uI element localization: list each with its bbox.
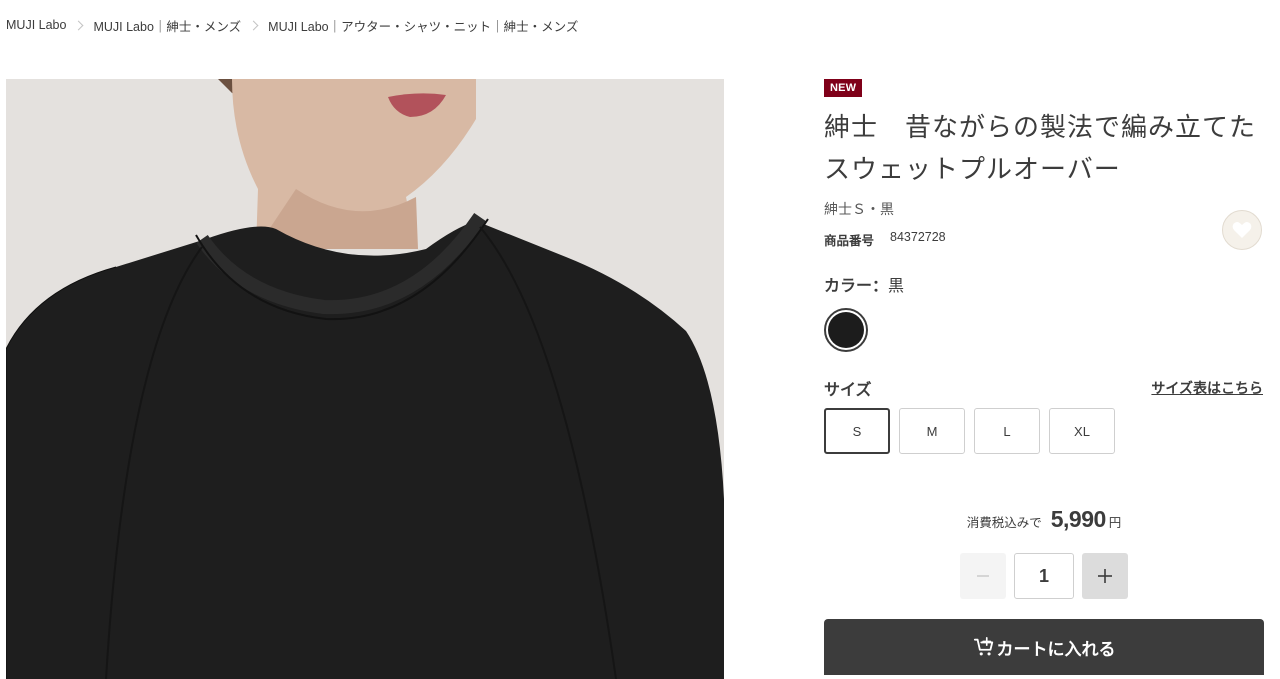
- product-number: 商品番号 84372728: [824, 230, 946, 249]
- favorite-button[interactable]: [1222, 210, 1262, 250]
- product-number-label: 商品番号: [824, 234, 875, 248]
- size-chart-link[interactable]: サイズ表はこちら: [1151, 378, 1263, 398]
- minus-icon: [977, 575, 989, 577]
- price-tax-note: 消費税込みで: [966, 516, 1042, 530]
- product-photo-illustration: [6, 79, 724, 679]
- color-swatch-black[interactable]: [824, 308, 868, 352]
- breadcrumb: MUJI Labo MUJI Labo｜紳士・メンズ MUJI Labo｜アウタ…: [6, 16, 578, 34]
- price-unit: 円: [1108, 516, 1122, 530]
- color-label: カラー： 黒: [824, 272, 904, 296]
- price: 消費税込みで 5,990 円: [824, 506, 1264, 533]
- size-label: サイズ: [824, 382, 872, 399]
- breadcrumb-item-outer-shirt-knit[interactable]: MUJI Labo｜アウター・シャツ・ニット｜紳士・メンズ: [268, 16, 578, 35]
- breadcrumb-item-muji-labo[interactable]: MUJI Labo: [6, 18, 66, 32]
- product-title-line2: スウェットプルオーバー: [824, 154, 1121, 184]
- size-options: S M L XL: [824, 408, 1115, 454]
- size-option-m[interactable]: M: [899, 408, 965, 454]
- product-image[interactable]: [6, 79, 724, 679]
- quantity-input[interactable]: 1: [1014, 553, 1074, 599]
- breadcrumb-separator-icon: [248, 20, 259, 30]
- color-label-text: カラー：: [824, 278, 889, 295]
- price-value: 5,990: [1050, 506, 1107, 532]
- add-to-cart-label: カートに入れる: [996, 639, 1116, 659]
- product-title: 紳士 昔ながらの製法で編み立てた スウェットプルオーバー: [824, 106, 1264, 190]
- quantity-increase-button[interactable]: [1082, 553, 1128, 599]
- plus-icon: [1098, 569, 1112, 583]
- color-value: 黒: [888, 278, 905, 295]
- product-number-value: 84372728: [890, 230, 946, 244]
- variant-text: 紳士Ｓ・黒: [824, 201, 894, 217]
- new-badge: NEW: [824, 79, 863, 97]
- breadcrumb-item-mens[interactable]: MUJI Labo｜紳士・メンズ: [93, 16, 241, 35]
- heart-icon: [1232, 222, 1252, 238]
- add-to-cart-button[interactable]: カートに入れる: [824, 619, 1264, 675]
- breadcrumb-separator-icon: [74, 20, 84, 30]
- product-title-line1: 紳士 昔ながらの製法で編み立てた: [824, 112, 1257, 142]
- size-option-s[interactable]: S: [824, 408, 890, 454]
- quantity-decrease-button[interactable]: [960, 553, 1006, 599]
- size-option-l[interactable]: L: [974, 408, 1040, 454]
- color-swatch-fill: [828, 312, 864, 348]
- size-option-xl[interactable]: XL: [1049, 408, 1115, 454]
- quantity-stepper: 1: [960, 553, 1128, 599]
- cart-add-icon: [973, 637, 993, 656]
